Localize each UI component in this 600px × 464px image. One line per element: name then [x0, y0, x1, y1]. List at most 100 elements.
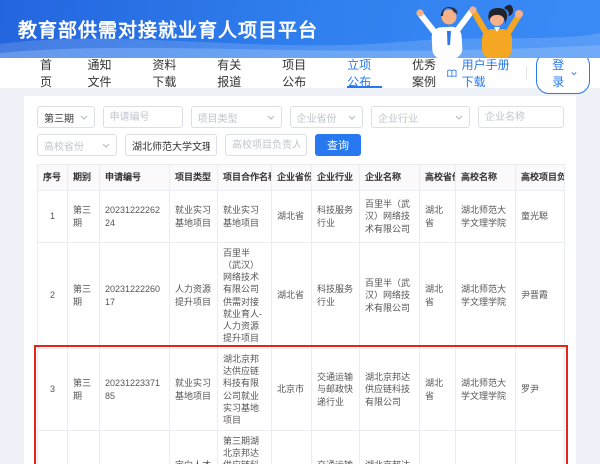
column-header: 企业省份 — [272, 165, 312, 191]
school-leader-input[interactable] — [225, 134, 307, 156]
page-title: 教育部供需对接就业育人项目平台 — [18, 16, 318, 43]
table-cell: 第三期湖北京邦达供应链科技有限公司定向人才培养培训项目 — [218, 430, 272, 464]
table-cell: 湖北京邦达供应链科技有限公司就业实习基地项目 — [218, 349, 272, 431]
school-province-select[interactable]: 高校省份 — [37, 134, 117, 156]
nav-item-首页[interactable]: 首页 — [40, 58, 57, 88]
manual-label: 用户手册下载 — [462, 56, 516, 90]
nav-item-优秀案例[interactable]: 优秀案例 — [412, 58, 447, 88]
column-header: 高校省份 — [420, 165, 456, 191]
school-name-input[interactable] — [125, 134, 217, 156]
table-cell: 童光聪 — [516, 191, 565, 243]
app-window: 教育部供需对接就业育人项目平台 首页通知文件资料下载有关报道项目公布立项公布优秀… — [0, 0, 600, 464]
column-header: 企业名称 — [360, 165, 420, 191]
table-cell: 湖北省 — [420, 243, 456, 349]
table-cell: 4 — [38, 430, 68, 464]
table-cell: 就业实习基地项目 — [170, 349, 218, 431]
user-manual-download-link[interactable]: 用户手册下载 — [447, 56, 516, 90]
nav-item-项目公布[interactable]: 项目公布 — [282, 58, 317, 88]
table-cell: 第三期 — [68, 243, 100, 349]
application-number-input[interactable] — [103, 106, 183, 128]
table-cell: 湖北京邦达供应链科技有限公司 — [360, 349, 420, 431]
company-name-input[interactable] — [478, 106, 564, 128]
nav-divider — [526, 66, 527, 80]
table-row: 2第三期2023122226017人力资源提升项目百里半（武汉）网络技术有限公司… — [38, 243, 565, 349]
highfive-illustration — [370, 0, 600, 58]
table-row: 3第三期2023122337185就业实习基地项目湖北京邦达供应链科技有限公司就… — [38, 349, 565, 431]
nav-items: 首页通知文件资料下载有关报道项目公布立项公布优秀案例 — [40, 58, 447, 88]
company-province-placeholder: 企业省份 — [297, 110, 337, 125]
table-cell: 湖北省 — [420, 191, 456, 243]
table-cell: 交通运输与邮政快递行业 — [312, 349, 360, 431]
table-cell: 百里半（武汉）网络技术有限公司供需对接 就业育人-人力资源提升项目 — [218, 243, 272, 349]
project-type-select[interactable]: 项目类型 — [191, 106, 282, 128]
table-cell: 尹晋霞 — [516, 243, 565, 349]
table-cell: 湖北京邦达供应链科技有限公司 — [360, 430, 420, 464]
table-cell: 定向人才培养培训项目 — [170, 430, 218, 464]
table-cell: 吕彩云 — [516, 430, 565, 464]
chevron-down-icon — [80, 115, 88, 120]
project-type-placeholder: 项目类型 — [198, 110, 238, 125]
table-cell: 罗尹 — [516, 349, 565, 431]
column-header: 序号 — [38, 165, 68, 191]
table-cell: 科技服务行业 — [312, 191, 360, 243]
table-cell: 1 — [38, 191, 68, 243]
table-cell: 湖北省 — [272, 243, 312, 349]
table-cell: 第三期 — [68, 349, 100, 431]
table-cell: 湖北省 — [272, 191, 312, 243]
company-province-select[interactable]: 企业省份 — [290, 106, 363, 128]
table-cell: 2 — [38, 243, 68, 349]
company-industry-placeholder: 企业行业 — [378, 110, 418, 125]
filter-row-1: 第三期 项目类型 企业省份 企业行业 — [37, 106, 564, 128]
nav-item-立项公布[interactable]: 立项公布 — [347, 58, 382, 88]
table-cell: 第三期 — [68, 191, 100, 243]
table-cell: 2023122337185 — [100, 349, 170, 431]
table-cell: 第三期 — [68, 430, 100, 464]
chevron-down-icon — [267, 115, 275, 120]
school-province-placeholder: 高校省份 — [44, 138, 84, 153]
table-cell: 北京市 — [272, 430, 312, 464]
table-cell: 百里半（武汉）网络技术有限公司 — [360, 243, 420, 349]
table-cell: 就业实习基地项目 — [170, 191, 218, 243]
column-header: 高校名称 — [456, 165, 516, 191]
period-select[interactable]: 第三期 — [37, 106, 95, 128]
table-cell: 就业实习基地项目 — [218, 191, 272, 243]
book-icon — [447, 68, 457, 79]
table-cell: 湖北省 — [420, 349, 456, 431]
table-header-row: 序号期别申请编号项目类型项目合作名称企业省份企业行业企业名称高校省份高校名称高校… — [38, 165, 565, 191]
column-header: 项目合作名称 — [218, 165, 272, 191]
table-cell: 科技服务行业 — [312, 243, 360, 349]
table-cell: 湖北师范大学文理学院 — [456, 243, 516, 349]
table-cell: 湖北师范大学文理学院 — [456, 349, 516, 431]
column-header: 期别 — [68, 165, 100, 191]
period-select-value: 第三期 — [44, 110, 74, 125]
nav-right: 用户手册下载 登录 — [447, 58, 590, 88]
results-table-wrap: 序号期别申请编号项目类型项目合作名称企业省份企业行业企业名称高校省份高校名称高校… — [37, 164, 564, 464]
table-cell: 2023122226017 — [100, 243, 170, 349]
table-cell: 3 — [38, 349, 68, 431]
chevron-down-icon — [455, 115, 463, 120]
app-header: 教育部供需对接就业育人项目平台 — [0, 0, 600, 58]
table-cell: 2023122504956 — [100, 430, 170, 464]
table-cell: 人力资源提升项目 — [170, 243, 218, 349]
chevron-down-icon — [571, 71, 577, 76]
nav-item-通知文件[interactable]: 通知文件 — [87, 58, 122, 88]
column-header: 企业行业 — [312, 165, 360, 191]
column-header: 高校项目负责人 — [516, 165, 565, 191]
nav-item-资料下载[interactable]: 资料下载 — [152, 58, 187, 88]
content-card: 第三期 项目类型 企业省份 企业行业 — [24, 96, 576, 464]
table-cell: 交通运输与邮政快递行业 — [312, 430, 360, 464]
chevron-down-icon — [348, 115, 356, 120]
login-button[interactable]: 登录 — [536, 52, 590, 94]
results-table: 序号期别申请编号项目类型项目合作名称企业省份企业行业企业名称高校省份高校名称高校… — [37, 164, 565, 464]
main-nav: 首页通知文件资料下载有关报道项目公布立项公布优秀案例 用户手册下载 登录 — [0, 58, 600, 88]
table-row: 1第三期2023122226224就业实习基地项目就业实习基地项目湖北省科技服务… — [38, 191, 565, 243]
table-cell: 湖北省 — [420, 430, 456, 464]
company-industry-select[interactable]: 企业行业 — [371, 106, 470, 128]
table-cell: 北京市 — [272, 349, 312, 431]
page-background: 第三期 项目类型 企业省份 企业行业 — [0, 96, 600, 464]
chevron-down-icon — [102, 143, 110, 148]
filter-row-2: 高校省份 查询 — [37, 134, 564, 156]
table-cell: 湖北师范大学文理学院 — [456, 430, 516, 464]
nav-item-有关报道[interactable]: 有关报道 — [217, 58, 252, 88]
search-button[interactable]: 查询 — [315, 134, 361, 156]
